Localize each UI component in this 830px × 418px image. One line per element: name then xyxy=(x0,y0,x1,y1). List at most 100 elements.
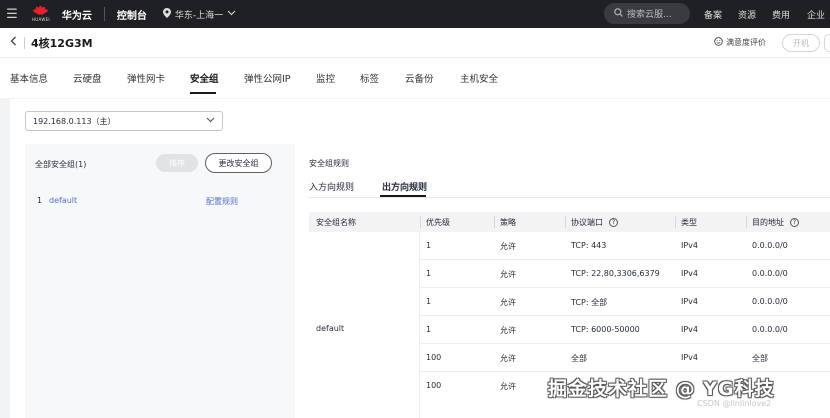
col-destination-label: 目的地址 xyxy=(752,218,784,227)
rule-priority: 100 xyxy=(426,353,442,362)
divider xyxy=(24,36,25,49)
rule-type: IPv4 xyxy=(681,353,699,362)
instance-title: 4核12G3M xyxy=(31,36,93,50)
group-name: default xyxy=(316,324,345,333)
help-icon[interactable]: ? xyxy=(790,218,799,227)
nav-resources[interactable]: 资源 xyxy=(738,0,756,28)
search-placeholder: 搜索云服... xyxy=(627,10,672,20)
divider xyxy=(420,216,421,228)
active-tab-indicator xyxy=(190,92,216,94)
rule-action: 允许 xyxy=(500,382,516,391)
csdn-watermark: CSDN @linlinlove2 xyxy=(697,399,772,408)
rule-destination: 全部 xyxy=(752,354,768,363)
divider xyxy=(309,197,830,198)
tab-network-interfaces[interactable]: 弹性网卡 xyxy=(127,71,165,85)
rule-port: TCP: 6000-50000 xyxy=(571,325,640,334)
divider xyxy=(565,216,566,228)
watermark: 掘金技术社区 @ YG科技 xyxy=(548,378,775,400)
tab-inbound-rules[interactable]: 入方向规则 xyxy=(309,180,354,193)
tab-cloud-backup[interactable]: 云备份 xyxy=(405,71,434,85)
back-arrow-icon[interactable] xyxy=(10,36,22,49)
group-name-link[interactable]: default xyxy=(49,196,77,205)
security-group-panel: 192.168.0.113（主） 全部安全组(1) 排序 更改安全组 1 def… xyxy=(10,99,830,418)
configure-rules-link[interactable]: 配置规则 xyxy=(206,196,238,207)
sort-button[interactable]: 排序 xyxy=(156,154,198,172)
rule-port: TCP: 443 xyxy=(571,241,607,250)
rule-action: 允许 xyxy=(500,270,516,279)
security-group-list: 全部安全组(1) 排序 更改安全组 1 default 配置规则 xyxy=(25,144,295,418)
col-destination: 目的地址? xyxy=(752,217,799,228)
chevron-down-icon xyxy=(227,9,236,19)
rule-destination: 0.0.0.0/0 xyxy=(752,241,788,250)
table-header: 安全组名称 优先级 策略 协议端口? 类型 目的地址? xyxy=(309,212,830,232)
change-security-group-button[interactable]: 更改安全组 xyxy=(205,153,272,173)
location-pin-icon xyxy=(162,7,171,21)
tab-host-security[interactable]: 主机安全 xyxy=(460,71,498,85)
col-group-name: 安全组名称 xyxy=(316,218,356,227)
divider xyxy=(675,216,676,228)
rule-priority: 1 xyxy=(426,297,432,306)
group-index: 1 xyxy=(37,196,43,205)
logo-text: HUAWEI xyxy=(32,17,50,22)
search-icon xyxy=(614,7,623,20)
brand-name[interactable]: 华为云 xyxy=(62,7,92,22)
help-icon[interactable]: ? xyxy=(609,218,618,227)
nav-billing[interactable]: 费用 xyxy=(772,0,790,28)
table-row: 1 允许 TCP: 22,80,3306,6379 IPv4 0.0.0.0/0 xyxy=(420,260,830,288)
hamburger-menu-icon[interactable]: ☰ xyxy=(0,7,24,22)
instance-tabs: 基本信息 云硬盘 弹性网卡 安全组 弹性公网IP 监控 标签 云备份 主机安全 xyxy=(0,58,830,98)
tab-basic-info[interactable]: 基本信息 xyxy=(10,71,48,85)
rule-priority: 1 xyxy=(426,241,432,250)
table-row: 1 允许 TCP: 6000-50000 IPv4 0.0.0.0/0 xyxy=(420,316,830,344)
nav-filing[interactable]: 备案 xyxy=(704,0,722,28)
rule-type: IPv4 xyxy=(681,269,699,278)
rule-priority: 1 xyxy=(426,325,432,334)
table-row: 1 允许 TCP: 全部 IPv4 0.0.0.0/0 xyxy=(420,288,830,316)
all-groups-label: 全部安全组(1) xyxy=(35,160,87,169)
col-type: 类型 xyxy=(681,218,697,227)
console-link[interactable]: 控制台 xyxy=(117,7,147,22)
rule-destination: 0.0.0.0/0 xyxy=(752,297,788,306)
satisfaction-rating-link[interactable]: 满意度评价 xyxy=(714,37,766,48)
region-label: 华东-上海一 xyxy=(174,10,224,21)
tab-tags[interactable]: 标签 xyxy=(360,71,379,85)
tab-monitoring[interactable]: 监控 xyxy=(316,71,335,85)
col-priority: 优先级 xyxy=(426,218,450,227)
divider xyxy=(746,216,747,228)
table-row: 1 允许 TCP: 443 IPv4 0.0.0.0/0 xyxy=(420,232,830,260)
region-selector[interactable]: 华东-上海一 xyxy=(162,7,236,21)
rule-action: 允许 xyxy=(500,354,516,363)
top-navigation-bar: ☰ HUAWEI 华为云 控制台 华东-上海一 搜索云服... 备案 资源 费用… xyxy=(0,0,830,28)
nav-enterprise[interactable]: 企业 xyxy=(807,0,825,28)
tab-disks[interactable]: 云硬盘 xyxy=(73,71,102,85)
rules-title: 安全组规则 xyxy=(309,159,349,168)
divider xyxy=(494,216,495,228)
chevron-down-icon xyxy=(206,116,215,125)
group-name-cell: default xyxy=(309,232,420,418)
nic-select-value: 192.168.0.113（主） xyxy=(33,116,116,126)
rule-destination: 0.0.0.0/0 xyxy=(752,325,788,334)
rule-priority: 100 xyxy=(426,381,442,390)
rating-label: 满意度评价 xyxy=(726,38,766,47)
global-search-input[interactable]: 搜索云服... xyxy=(604,3,690,24)
huawei-logo[interactable]: HUAWEI xyxy=(32,6,50,22)
rule-action: 允许 xyxy=(500,242,516,251)
rule-action: 允许 xyxy=(500,298,516,307)
more-actions-button[interactable] xyxy=(824,34,830,52)
tab-eip[interactable]: 弹性公网IP xyxy=(244,71,291,85)
nic-select[interactable]: 192.168.0.113（主） xyxy=(25,111,223,131)
rule-port: TCP: 全部 xyxy=(571,298,608,307)
tab-security-groups[interactable]: 安全组 xyxy=(190,71,219,85)
col-protocol-port: 协议端口? xyxy=(571,217,618,228)
rule-destination: 0.0.0.0/0 xyxy=(752,269,788,278)
tab-outbound-rules[interactable]: 出方向规则 xyxy=(382,180,427,193)
col-protocol-port-label: 协议端口 xyxy=(571,218,603,227)
rule-type: IPv4 xyxy=(681,325,699,334)
rule-port: TCP: 22,80,3306,6379 xyxy=(571,269,660,278)
huawei-petal-icon xyxy=(33,6,49,16)
smiley-icon xyxy=(714,37,723,48)
rule-type: IPv4 xyxy=(681,297,699,306)
power-on-button[interactable]: 开机 xyxy=(782,34,820,52)
table-row: 100 允许 全部 IPv4 全部 xyxy=(420,344,830,372)
rule-priority: 1 xyxy=(426,269,432,278)
